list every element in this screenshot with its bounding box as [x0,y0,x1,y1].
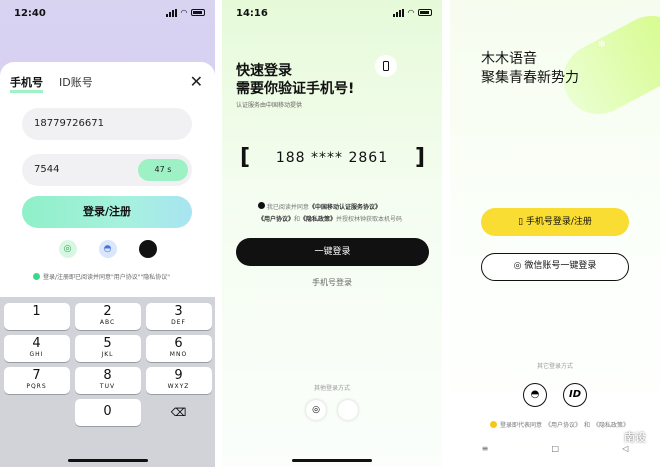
key-9[interactable]: 9 WXYZ [145,367,212,394]
key-1[interactable]: 1 [3,303,70,330]
key-7[interactable]: 7 PQRS [3,367,70,394]
status-bar: 12:40 ◠ [0,6,215,22]
key-4[interactable]: 4 GHI [3,335,70,362]
phone-login-link[interactable]: 手机号登录 [222,277,442,288]
signal-icon [392,8,404,17]
one-key-login-button[interactable]: 一键登录 [236,238,429,266]
back-icon[interactable]: ◁ [622,444,628,453]
key-5[interactable]: 5 JKL [74,335,141,362]
battery-icon [191,9,205,16]
agreement-text: 登录/注册即已阅读并同意"用户协议""隐私协议" [43,274,171,281]
phone-login-register-button[interactable]: ▯ 手机号登录/注册 [481,208,629,236]
login-register-button[interactable]: 登录/注册 [22,196,192,228]
key-8[interactable]: 8 TUV [74,367,141,394]
home-indicator [67,459,148,462]
key-6[interactable]: 6 MNO [145,335,212,362]
mobile-phone-icon [375,55,397,77]
id-login-icon[interactable]: ID [563,383,587,407]
user-agreement-link[interactable]: 《用户协议》 [258,216,294,223]
menu-icon[interactable]: ≡ [482,444,489,453]
app-name: 木木语音 [481,51,537,67]
other-methods-label: 其他登录方式 [313,385,350,392]
phone-input-value: 18779726671 [34,118,104,129]
key-0[interactable]: 0 [74,399,141,426]
wechat-icon[interactable]: ◎ [306,400,326,420]
privacy-policy-link[interactable]: 《隐私政策》 [593,420,629,429]
key-blank [4,399,70,426]
code-input[interactable]: 7544 47 s [22,154,192,186]
qq-icon[interactable]: ◓ [98,240,117,258]
wifi-icon: ◠ [180,8,187,17]
page-title: 快速登录 需要你验证手机号! [236,62,354,98]
home-indicator [292,459,372,462]
screen-welcome: ✻ 木木语音 聚集青春新势力 ▯ 手机号登录/注册 ◎ 微信账号一键登录 其它登… [450,0,660,467]
wechat-icon: ◎ [513,261,522,271]
privacy-policy-link[interactable]: 《隐私政策》 [300,216,336,223]
status-bar: 14:16 ◠ [222,6,442,22]
other-methods-label: 其它登录方式 [536,363,573,370]
apple-icon[interactable] [138,240,157,258]
key-3[interactable]: 3 DEF [145,303,212,330]
numeric-keypad: 1 2 ABC 3 DEF 4 GHI 5 JKL 6 MNO 7 PQRS 8 TUV 9 WXYZ 0 ⌫ [0,297,215,467]
login-sheet: 手机号 ID账号 ✕ 18779726671 7544 47 s 登录/注册 ◎… [0,62,215,307]
screen-code-login: 12:40 ◠ 手机号 ID账号 ✕ 18779726671 7544 47 s… [0,0,215,467]
screen-one-key-login: 14:16 ◠ 快速登录 需要你验证手机号! 认证服务由中国移动提供 [ 188… [222,0,442,467]
bracket-right: ] [415,145,426,170]
close-icon[interactable]: ✕ [190,72,203,91]
phone-input[interactable]: 18779726671 [22,108,192,140]
settings-icon[interactable]: ✻ [598,40,606,50]
system-nav-bar: ≡ □ ◁ [450,444,660,453]
signal-icon [165,8,177,17]
tab-id-account[interactable]: ID账号 [59,74,93,93]
phone-icon: ▯ [518,217,524,227]
watermark: 南设 [624,431,646,444]
masked-phone-number: 188 **** 2861 [275,150,389,166]
app-slogan: 木木语音 聚集青春新势力 [481,50,579,88]
agree-checkbox[interactable] [33,273,40,280]
wechat-login-button[interactable]: ◎ 微信账号一键登录 [481,253,629,281]
code-input-value: 7544 [34,164,60,175]
status-time: 14:16 [236,8,268,19]
battery-icon [418,9,432,16]
tab-phone[interactable]: 手机号 [10,74,43,93]
title-line-2: 需要你验证手机号! [236,81,355,97]
resend-timer: 47 s [138,159,188,181]
backspace-icon[interactable]: ⌫ [146,399,212,426]
wechat-icon[interactable]: ◎ [58,240,77,258]
agreement-block: 我已阅读并同意《中国移动认证服务协议》 《用户协议》和《隐私政策》并授权林钟获取… [258,202,403,223]
wifi-icon: ◠ [407,8,414,17]
key-2[interactable]: 2 ABC [74,303,141,330]
agree-checkbox[interactable] [490,421,497,428]
user-agreement-link[interactable]: 《用户协议》 [545,420,581,429]
title-line-1: 快速登录 [236,63,292,79]
qq-icon[interactable]: ◓ [523,383,547,407]
cm-agreement-link[interactable]: 《中国移动认证服务协议》 [309,204,381,211]
slogan: 聚集青春新势力 [481,70,579,86]
status-time: 12:40 [14,8,46,19]
apple-icon[interactable] [338,400,358,420]
agree-checkbox[interactable] [258,202,265,209]
home-icon[interactable]: □ [551,444,559,453]
auth-provider-text: 认证服务由中国移动提供 [236,102,303,109]
